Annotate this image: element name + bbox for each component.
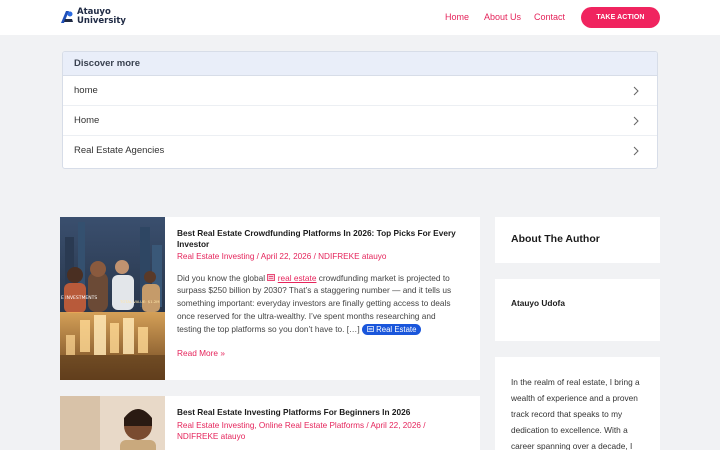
article-meta: Real Estate Investing / April 22, 2026 /…: [177, 251, 462, 263]
chevron-right-icon: [633, 116, 639, 126]
city-investment-image: E INVESTMENTS TOTAL VALUE: $1.2M: [60, 217, 165, 380]
article-excerpt: Did you know the global real estate crow…: [177, 272, 462, 336]
tag-doc-icon: [367, 326, 374, 332]
about-author-title: About The Author: [511, 233, 600, 245]
chevron-right-icon: [633, 146, 639, 156]
site-logo[interactable]: Atauyo University: [60, 8, 126, 26]
thumb-overlay-text: E INVESTMENTS: [61, 295, 97, 301]
author-name: Atauyo Udofa: [511, 298, 565, 308]
article-date[interactable]: April 22, 2026: [370, 421, 421, 430]
read-more-link[interactable]: Read More »: [177, 348, 462, 358]
real-estate-tag[interactable]: Real Estate: [361, 323, 422, 335]
article-title[interactable]: Best Real Estate Crowdfunding Platforms …: [177, 228, 462, 249]
tag-label: Real Estate: [376, 324, 417, 334]
article-title[interactable]: Best Real Estate Investing Platforms For…: [177, 407, 462, 418]
article-author[interactable]: NDIFREKE atauyo: [177, 432, 245, 441]
excerpt-keyword-link[interactable]: real estate: [278, 273, 317, 283]
discover-item-label: Home: [74, 115, 100, 126]
thumb-overlay-value: TOTAL VALUE: $1.2M: [119, 299, 160, 304]
discover-item-real-estate-agencies[interactable]: Real Estate Agencies: [63, 136, 657, 166]
nav-home[interactable]: Home: [445, 12, 469, 22]
article-meta: Real Estate Investing, Online Real Estat…: [177, 420, 462, 443]
discover-item-home[interactable]: Home: [63, 106, 657, 136]
article-author[interactable]: NDIFREKE atauyo: [318, 252, 386, 261]
article-date[interactable]: April 22, 2026: [261, 252, 312, 261]
discover-item-label: home: [74, 85, 98, 96]
discover-item-label: Real Estate Agencies: [74, 145, 165, 156]
article-category[interactable]: Real Estate Investing, Online Real Estat…: [177, 421, 364, 430]
take-action-button[interactable]: TAKE ACTION: [581, 7, 660, 28]
nav-contact[interactable]: Contact: [534, 12, 565, 22]
excerpt-text: Did you know the global: [177, 272, 268, 283]
article-thumbnail[interactable]: E INVESTMENTS TOTAL VALUE: $1.2M: [60, 217, 165, 380]
article-card: E INVESTMENTS TOTAL VALUE: $1.2M Best Re…: [60, 217, 480, 380]
logo-icon: [61, 11, 73, 23]
nav-about-us[interactable]: About Us: [484, 12, 521, 22]
discover-item-home-lower[interactable]: home: [63, 76, 657, 106]
article-card: Best Real Estate Investing Platforms For…: [60, 396, 480, 450]
author-name-widget: Atauyo Udofa: [495, 279, 660, 341]
discover-more-panel: Discover more home Home Real Estate Agen…: [62, 51, 658, 169]
author-bio: In the realm of real estate, I bring a w…: [511, 377, 640, 450]
person-reading-image: [60, 396, 165, 450]
meta-separator: /: [423, 420, 426, 430]
article-category[interactable]: Real Estate Investing: [177, 252, 254, 261]
site-header: Atauyo University Home About Us Contact …: [0, 0, 720, 35]
discover-more-title: Discover more: [63, 52, 657, 76]
about-author-widget: About The Author: [495, 217, 660, 263]
document-icon: [267, 274, 276, 281]
author-bio-widget: In the realm of real estate, I bring a w…: [495, 357, 660, 450]
article-thumbnail[interactable]: [60, 396, 165, 450]
chevron-right-icon: [633, 86, 639, 96]
logo-line-2: University: [77, 16, 126, 26]
